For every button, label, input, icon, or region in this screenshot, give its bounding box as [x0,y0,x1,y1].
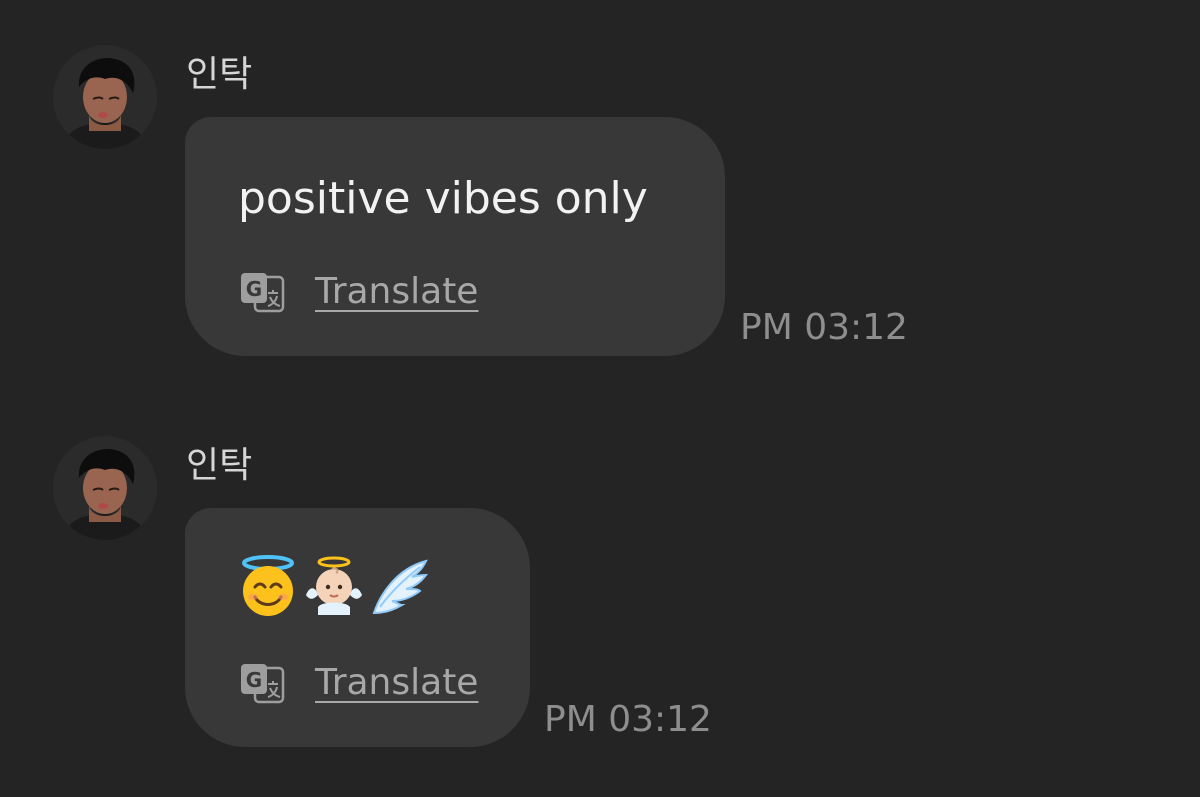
sender-name: 인탁 [186,445,253,486]
profile-photo-icon [53,45,157,149]
translate-button[interactable]: G Translate [239,662,478,704]
svg-text:G: G [246,277,262,301]
translate-label: Translate [315,662,479,703]
svg-text:G: G [246,668,262,692]
avatar[interactable] [53,45,157,149]
baby-angel-icon [306,556,362,615]
translate-label: Translate [315,271,479,312]
chat-thread: 인탁 positive vibes only G Translate PM 03… [0,0,1200,797]
google-translate-icon: G [241,273,285,313]
profile-photo-icon [53,436,157,540]
wing-icon [372,559,429,615]
google-translate-icon: G [241,664,285,704]
message-bubble[interactable]: positive vibes only G Translate [185,117,725,356]
message-text: positive vibes only [238,173,648,224]
message-timestamp: PM 03:12 [544,699,712,740]
avatar[interactable] [53,436,157,540]
translate-button[interactable]: G Translate [239,271,478,313]
sender-name: 인탁 [186,54,253,95]
message-bubble[interactable]: G Translate [185,508,530,747]
emoji-message [238,555,430,617]
message-timestamp: PM 03:12 [740,307,908,348]
smiling-face-with-halo-icon [242,555,294,616]
